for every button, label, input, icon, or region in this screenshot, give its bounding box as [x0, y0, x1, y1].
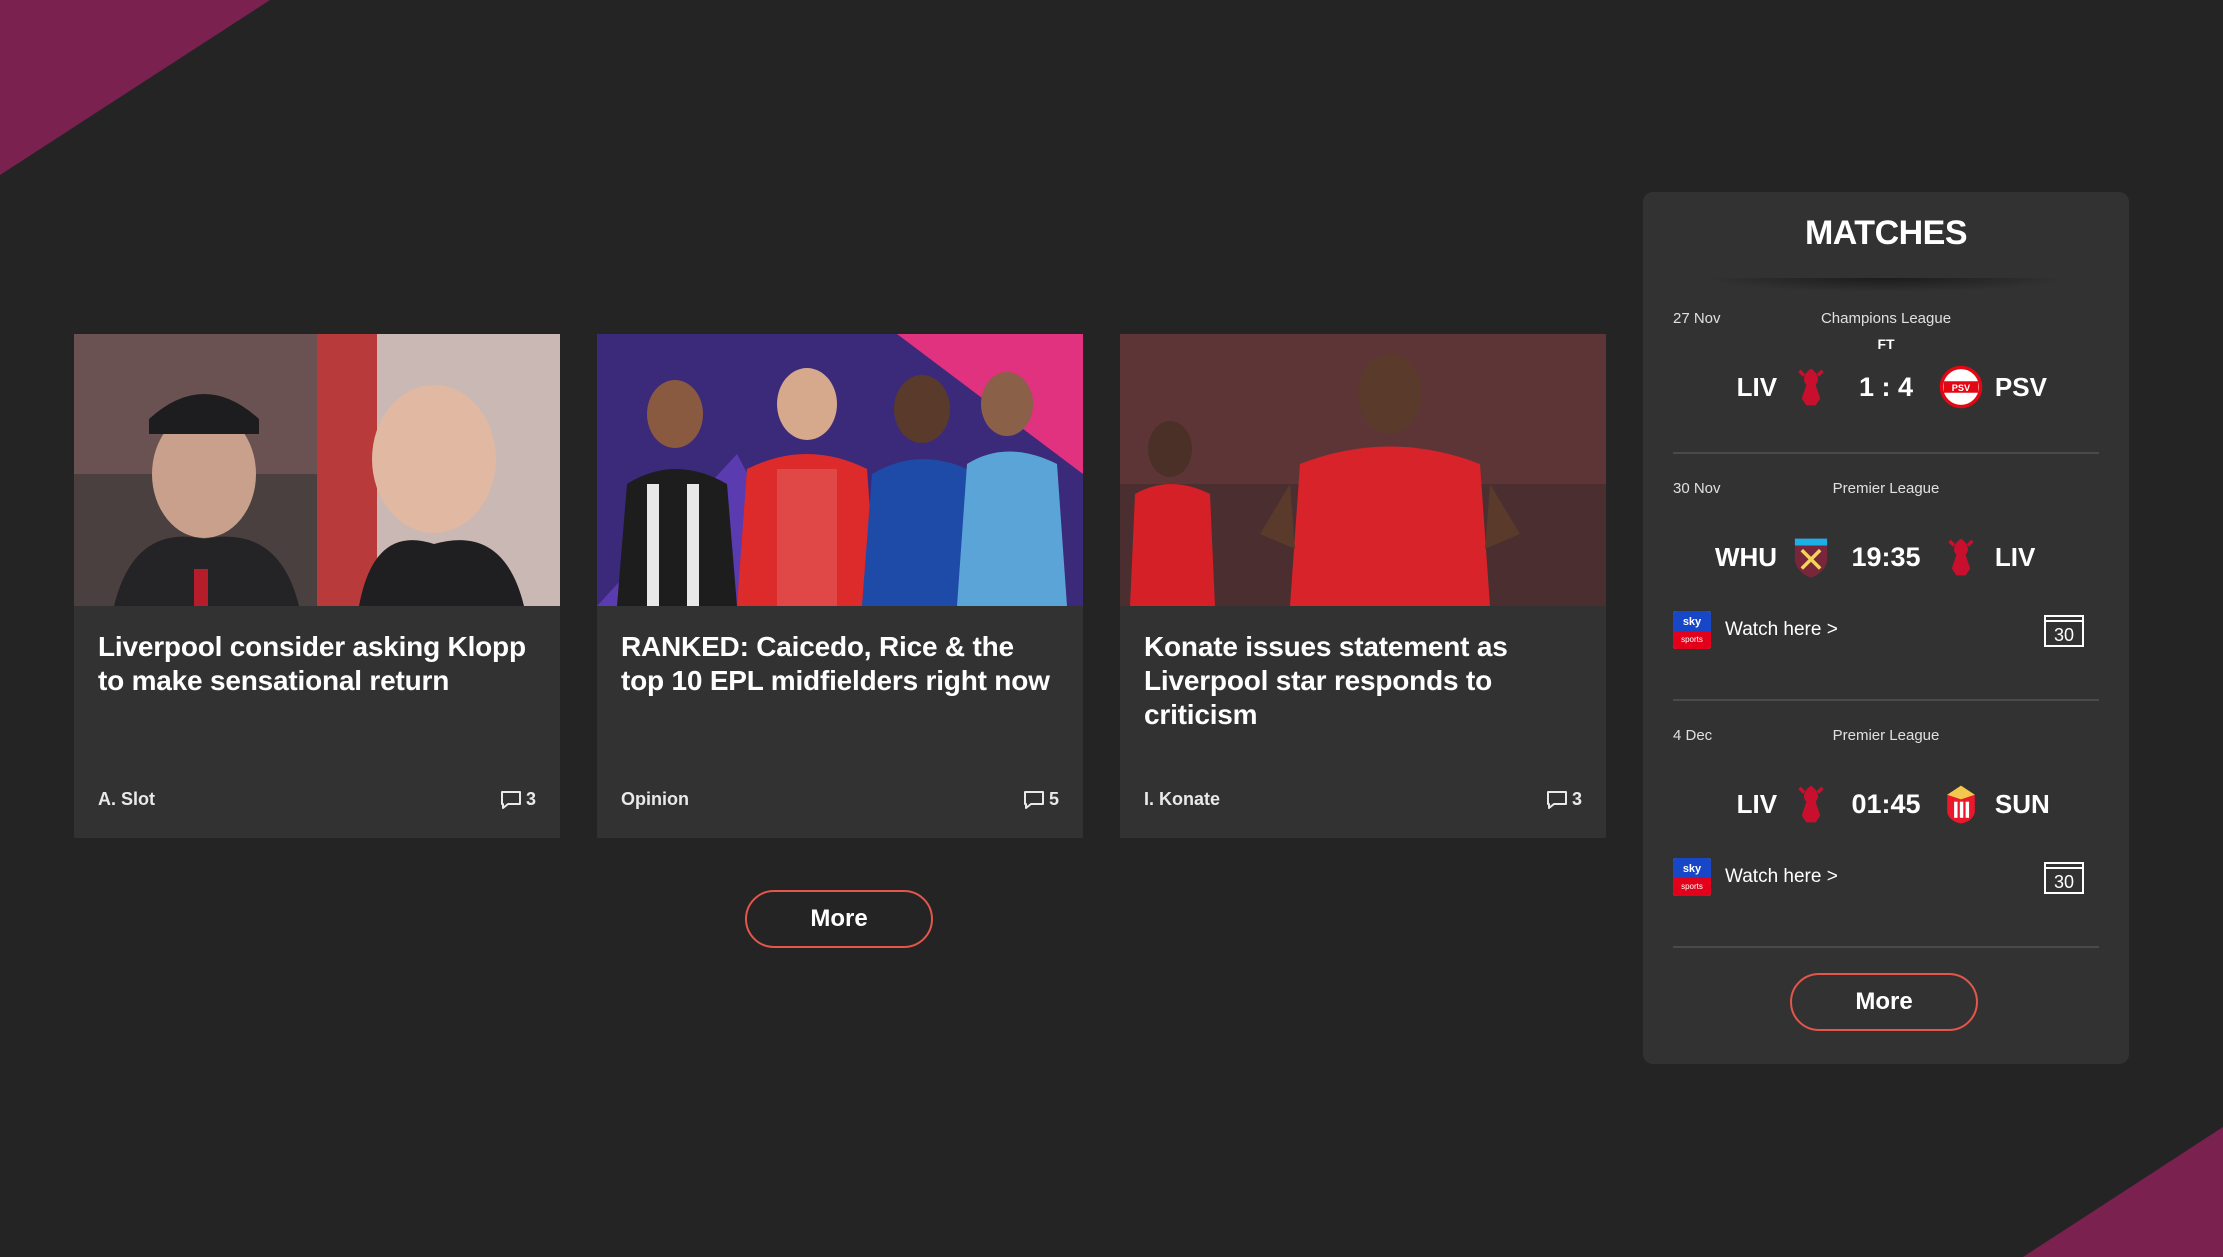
home-team: LIV — [1736, 788, 1778, 819]
comment-count[interactable]: 3 — [1546, 789, 1582, 810]
comment-count-value: 3 — [1571, 789, 1582, 809]
calendar-icon[interactable]: 30 — [2043, 859, 2085, 895]
svg-text:sports: sports — [1681, 882, 1703, 891]
watch-here-link[interactable]: Watch here > — [1725, 866, 1838, 888]
match-item[interactable]: 27 Nov Champions League FT LIV 1 : 4 PSV… — [1673, 310, 2099, 460]
calendar-icon[interactable]: 30 — [2043, 612, 2085, 648]
watch-row: sky sports Watch here > 30 — [1673, 610, 2099, 650]
title-divider — [1703, 278, 2069, 292]
article-card[interactable]: RANKED: Caicedo, Rice & the top 10 EPL m… — [597, 334, 1083, 838]
article-footer: A. Slot 3 — [98, 789, 536, 810]
matches-title: MATCHES — [1804, 214, 1968, 252]
west-ham-crest-icon — [1787, 532, 1834, 582]
match-status: FT — [1877, 336, 1895, 352]
article-image — [597, 334, 1083, 606]
psv-crest-icon: PSV — [1938, 362, 1985, 412]
article-title[interactable]: Liverpool consider asking Klopp to make … — [98, 630, 536, 698]
article-list: Liverpool consider asking Klopp to make … — [74, 334, 1606, 838]
article-tag[interactable]: A. Slot — [98, 789, 155, 810]
comment-count[interactable]: 3 — [500, 789, 536, 810]
article-card[interactable]: Liverpool consider asking Klopp to make … — [74, 334, 560, 838]
match-score: 1 : 4 — [1858, 371, 1914, 402]
match-scoreline: LIV 1 : 4 PSV PSV — [1673, 362, 2099, 412]
match-divider — [1673, 452, 2099, 454]
comment-icon — [1546, 790, 1567, 809]
watch-here-link[interactable]: Watch here > — [1725, 619, 1838, 641]
svg-text:sky: sky — [1683, 863, 1702, 875]
article-tag[interactable]: Opinion — [621, 789, 689, 810]
article-image — [74, 334, 560, 606]
match-divider — [1673, 699, 2099, 701]
sunderland-crest-icon — [1938, 779, 1985, 829]
article-tag[interactable]: I. Konate — [1144, 789, 1220, 810]
article-footer: I. Konate 3 — [1144, 789, 1582, 810]
away-team: SUN — [1994, 788, 2050, 819]
more-articles-button[interactable]: More — [745, 890, 933, 948]
match-scoreline: WHU 19:35 LIV — [1673, 532, 2099, 582]
match-competition: Premier League — [1832, 480, 1940, 497]
comment-count-value: 3 — [525, 789, 536, 809]
watch-row: sky sports Watch here > 30 — [1673, 857, 2099, 897]
article-footer: Opinion 5 — [621, 789, 1059, 810]
svg-text:sports: sports — [1681, 635, 1703, 644]
article-card[interactable]: Konate issues statement as Liverpool sta… — [1120, 334, 1606, 838]
liverpool-crest-icon — [1787, 362, 1834, 412]
away-team: PSV — [1994, 371, 2047, 402]
liverpool-crest-icon — [1787, 779, 1834, 829]
away-team: LIV — [1994, 541, 2036, 572]
corner-decoration-bottom-right — [2023, 1127, 2223, 1257]
svg-text:30: 30 — [2054, 625, 2074, 645]
match-item[interactable]: 30 Nov Premier League WHU 19:35 LIV sky — [1673, 480, 2099, 680]
match-divider — [1673, 946, 2099, 948]
match-scoreline: LIV 01:45 SUN — [1673, 779, 2099, 829]
page: Liverpool consider asking Klopp to make … — [0, 0, 2223, 1257]
article-body: RANKED: Caicedo, Rice & the top 10 EPL m… — [597, 606, 1083, 838]
svg-text:PSV: PSV — [1952, 383, 1971, 393]
article-body: Konate issues statement as Liverpool sta… — [1120, 606, 1606, 838]
match-time: 01:45 — [1851, 788, 1921, 819]
more-matches-button[interactable]: More — [1790, 973, 1978, 1031]
match-competition: Premier League — [1832, 727, 1940, 744]
home-team: LIV — [1736, 371, 1778, 402]
match-item[interactable]: 4 Dec Premier League LIV 01:45 SUN sky s… — [1673, 727, 2099, 927]
comment-icon — [1023, 790, 1044, 809]
article-image — [1120, 334, 1606, 606]
home-team: WHU — [1714, 541, 1778, 572]
article-title[interactable]: RANKED: Caicedo, Rice & the top 10 EPL m… — [621, 630, 1059, 698]
sky-sports-logo-icon: sky sports — [1673, 858, 1711, 896]
comment-count-value: 5 — [1048, 789, 1059, 809]
article-title[interactable]: Konate issues statement as Liverpool sta… — [1144, 630, 1582, 732]
svg-text:30: 30 — [2054, 872, 2074, 892]
match-competition: Champions League — [1820, 310, 1952, 327]
article-body: Liverpool consider asking Klopp to make … — [74, 606, 560, 838]
sky-sports-logo-icon: sky sports — [1673, 611, 1711, 649]
corner-decoration-top-left — [0, 0, 270, 175]
svg-text:sky: sky — [1683, 616, 1702, 628]
match-time: 19:35 — [1851, 541, 1921, 572]
comment-icon — [500, 790, 521, 809]
comment-count[interactable]: 5 — [1023, 789, 1059, 810]
matches-panel: MATCHES 27 Nov Champions League FT LIV 1… — [1643, 192, 2129, 1064]
liverpool-crest-icon — [1938, 532, 1985, 582]
